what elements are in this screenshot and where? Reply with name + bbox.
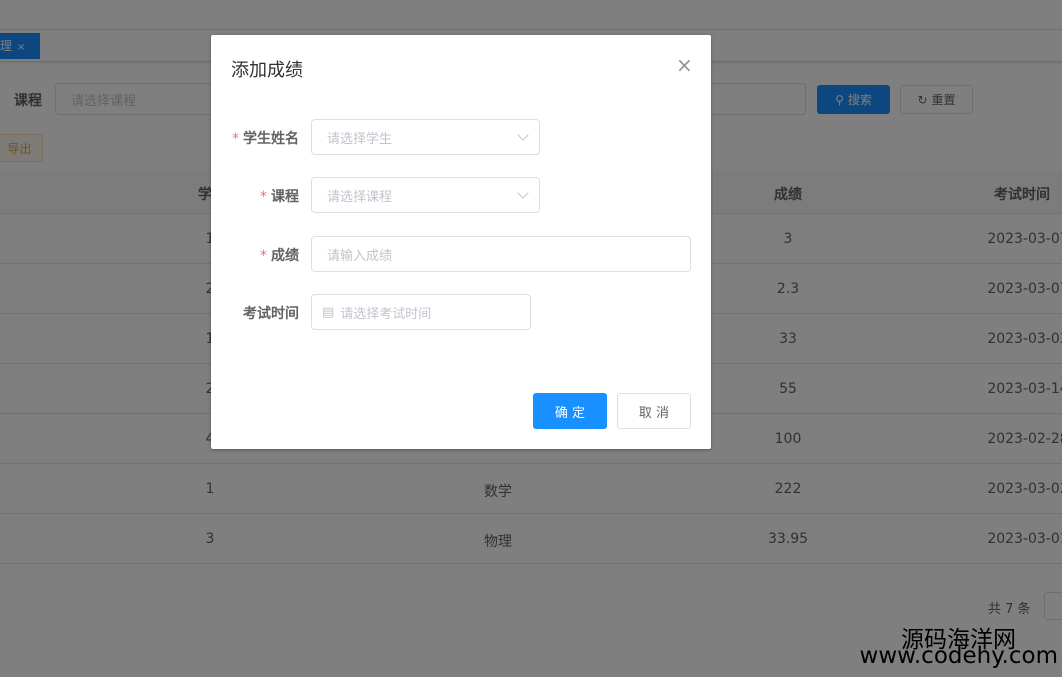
dialog-title: 添加成绩 bbox=[231, 60, 303, 81]
student-select[interactable]: 请选择学生 bbox=[311, 119, 540, 155]
chevron-down-icon bbox=[517, 129, 529, 141]
add-score-dialog: 添加成绩 × * 学生姓名 请选择学生 * 课程 请选择课程 * 成绩 请输入成绩 考… bbox=[211, 35, 711, 449]
field-label-course: * 课程 bbox=[260, 189, 299, 205]
field-label-score: * 成绩 bbox=[260, 248, 299, 264]
calendar-icon: ▤ bbox=[322, 304, 335, 320]
exam-time-picker[interactable]: ▤ 请选择考试时间 bbox=[311, 294, 531, 330]
course-select[interactable]: 请选择课程 bbox=[311, 177, 540, 213]
watermark-url: www.codehy.com bbox=[859, 643, 1058, 669]
close-icon[interactable]: × bbox=[676, 53, 693, 77]
field-label-student: * 学生姓名 bbox=[232, 131, 299, 147]
confirm-button[interactable]: 确 定 bbox=[533, 393, 607, 429]
cancel-button[interactable]: 取 消 bbox=[617, 393, 691, 429]
score-input[interactable]: 请输入成绩 bbox=[311, 236, 691, 272]
chevron-down-icon bbox=[517, 187, 529, 199]
field-label-exam-time: 考试时间 bbox=[243, 306, 299, 322]
